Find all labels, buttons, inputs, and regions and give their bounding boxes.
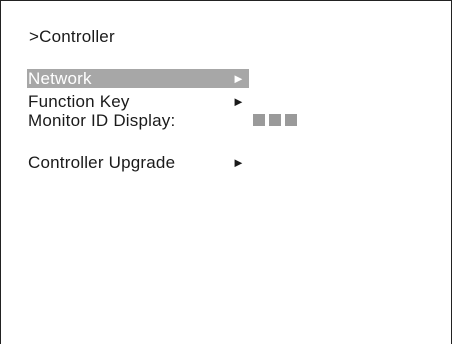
- menu-item-label: Network: [28, 69, 92, 88]
- square-block: [253, 114, 265, 126]
- menu-item-label: Function Key: [28, 92, 130, 111]
- right-triangle-icon: ►: [232, 155, 246, 170]
- right-triangle-icon: ►: [232, 94, 246, 109]
- square-blocks-icon: [253, 114, 297, 126]
- square-block: [269, 114, 281, 126]
- right-triangle-icon: ►: [232, 71, 246, 86]
- menu-item-network[interactable]: Network ►: [27, 69, 249, 88]
- menu-item-label: Monitor ID Display:: [28, 111, 176, 130]
- menu-item-label: Controller Upgrade: [28, 153, 176, 172]
- menu-screen: >Controller Network ► Function Key ► Mon…: [0, 0, 452, 344]
- page-title: >Controller: [29, 27, 115, 46]
- square-block: [285, 114, 297, 126]
